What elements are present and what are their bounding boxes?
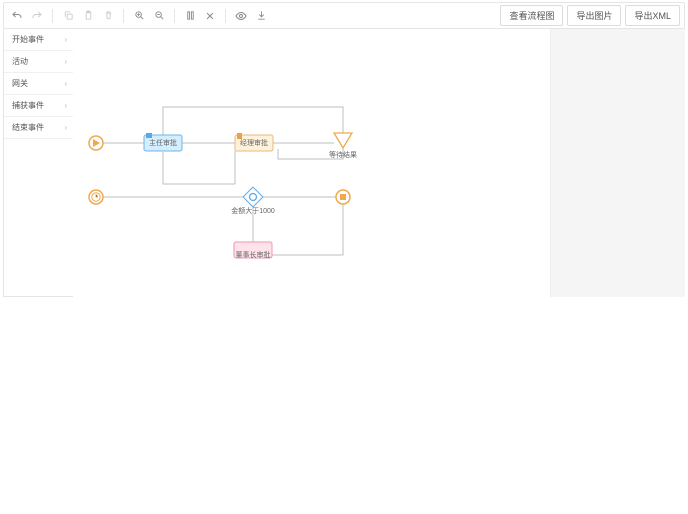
eye-icon[interactable] (232, 7, 250, 25)
canvas[interactable]: 主任审批 经理审批 董事长审批 金额大于1000 (73, 29, 551, 297)
node-timer-event[interactable] (89, 190, 103, 204)
view-flow-button[interactable]: 查看流程图 (500, 5, 563, 26)
node-end-event[interactable] (336, 190, 350, 204)
node-task-chairman[interactable]: 董事长审批 (234, 242, 272, 259)
toolbar-left (8, 7, 270, 25)
redo-icon[interactable] (28, 7, 46, 25)
node-label: 主任审批 (149, 138, 177, 147)
sidebar-item-label: 活动 (12, 56, 28, 67)
toolbar: 查看流程图 导出图片 导出XML (3, 2, 685, 29)
undo-icon[interactable] (8, 7, 26, 25)
node-task-director[interactable]: 主任审批 (144, 133, 182, 151)
bpmn-diagram: 主任审批 经理审批 董事长审批 金额大于1000 (73, 29, 551, 297)
chevron-right-icon: › (64, 35, 67, 44)
chevron-right-icon: › (64, 57, 67, 66)
export-xml-button[interactable]: 导出XML (625, 5, 680, 26)
toolbar-right: 查看流程图 导出图片 导出XML (500, 5, 680, 26)
canvas-inspector-panel (551, 29, 685, 297)
toolbar-separator (225, 9, 226, 23)
zoom-out-icon[interactable] (150, 7, 168, 25)
close-icon[interactable] (201, 7, 219, 25)
node-label: 金额大于1000 (231, 206, 275, 215)
toolbar-separator (174, 9, 175, 23)
copy-icon[interactable] (59, 7, 77, 25)
node-start-event[interactable] (89, 136, 103, 150)
node-label: 等待结果 (329, 150, 357, 159)
delete-icon[interactable] (99, 7, 117, 25)
canvas-wrap: 主任审批 经理审批 董事长审批 金额大于1000 (73, 29, 685, 297)
node-task-manager[interactable]: 经理审批 (235, 133, 273, 151)
sidebar-item-end-event[interactable]: 结束事件 › (4, 117, 73, 139)
node-label: 董事长审批 (236, 250, 271, 259)
sidebar-item-activity[interactable]: 活动 › (4, 51, 73, 73)
toolbar-separator (123, 9, 124, 23)
sidebar: 开始事件 › 活动 › 网关 › 捕获事件 › 结束事件 › (3, 29, 73, 297)
chevron-right-icon: › (64, 79, 67, 88)
node-label: 经理审批 (240, 138, 268, 147)
node-gateway[interactable]: 金额大于1000 (231, 187, 275, 215)
sidebar-item-label: 结束事件 (12, 122, 44, 133)
main-area: 开始事件 › 活动 › 网关 › 捕获事件 › 结束事件 › (3, 29, 685, 297)
paste-icon[interactable] (79, 7, 97, 25)
toolbar-separator (52, 9, 53, 23)
sidebar-item-gateway[interactable]: 网关 › (4, 73, 73, 95)
sidebar-item-label: 开始事件 (12, 34, 44, 45)
chevron-right-icon: › (64, 101, 67, 110)
sidebar-item-start-event[interactable]: 开始事件 › (4, 29, 73, 51)
chevron-right-icon: › (64, 123, 67, 132)
download-icon[interactable] (252, 7, 270, 25)
export-image-button[interactable]: 导出图片 (567, 5, 621, 26)
node-wait[interactable]: 等待结果 (329, 133, 357, 159)
sidebar-item-label: 捕获事件 (12, 100, 44, 111)
fit-icon[interactable] (181, 7, 199, 25)
sidebar-item-label: 网关 (12, 78, 28, 89)
diagram-edges (103, 107, 343, 255)
sidebar-item-catch-event[interactable]: 捕获事件 › (4, 95, 73, 117)
zoom-in-icon[interactable] (130, 7, 148, 25)
